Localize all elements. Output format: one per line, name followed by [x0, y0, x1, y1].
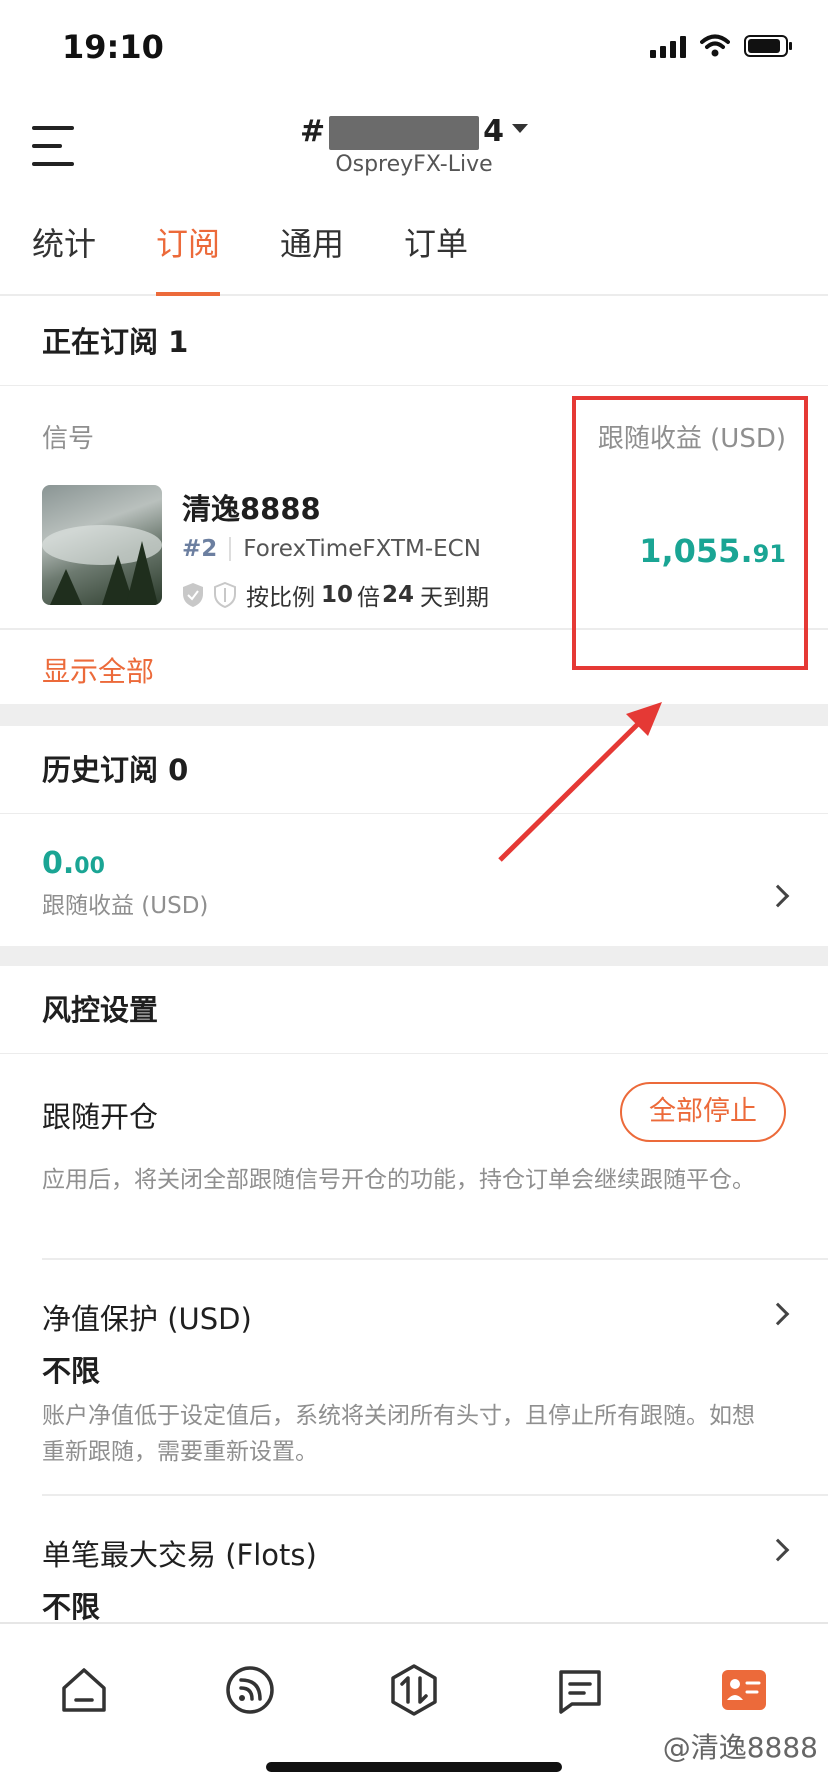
status-time: 19:10 — [62, 28, 164, 66]
caret-down-icon — [512, 124, 528, 133]
account-server: OspreyFX-Live — [335, 151, 493, 177]
wifi-icon — [700, 34, 730, 57]
equity-protection-value: 不限 — [42, 1354, 101, 1388]
home-icon[interactable] — [56, 1662, 112, 1718]
shield-outline-icon — [214, 582, 236, 608]
signal-broker: ForexTimeFXTM-ECN — [243, 536, 481, 562]
chevron-right-icon[interactable] — [766, 1538, 790, 1562]
current-subscriptions-title: 正在订阅 1 — [0, 298, 828, 386]
feed-icon[interactable] — [222, 1662, 278, 1718]
terms-prefix: 按比例 — [246, 585, 315, 611]
tab-general[interactable]: 通用 — [280, 196, 344, 296]
chevron-right-icon[interactable] — [766, 884, 790, 908]
signal-rank: #2 — [182, 536, 218, 562]
signal-meta: #2 ForexTimeFXTM-ECN — [182, 536, 481, 562]
signal-avatar[interactable] — [42, 485, 162, 605]
signal-name[interactable]: 清逸8888 — [182, 486, 321, 528]
signal-terms: 按比例 10 倍 24 天到期 — [182, 578, 489, 612]
history-subscriptions-title: 历史订阅 0 — [0, 726, 828, 814]
chevron-right-icon[interactable] — [766, 1302, 790, 1326]
annotation-highlight-box — [572, 396, 808, 670]
row-divider — [42, 1258, 828, 1260]
home-indicator — [266, 1762, 562, 1772]
status-bar: 19:10 — [0, 0, 828, 96]
follow-ratio: 10 — [321, 582, 354, 608]
history-profit-value: 0.00 — [42, 846, 105, 881]
redacted-mask — [329, 115, 480, 150]
follow-open-title: 跟随开仓 — [42, 1100, 159, 1134]
show-all-link[interactable]: 显示全部 — [42, 650, 154, 690]
account-number: #4 — [300, 114, 528, 150]
app-header: #4 OspreyFX-Live — [0, 96, 828, 196]
history-profit-label: 跟随收益 (USD) — [42, 893, 209, 919]
days-suffix: 天到期 — [420, 585, 490, 611]
tab-statistics[interactable]: 统计 — [32, 196, 96, 296]
watermark: @清逸8888 — [662, 1731, 818, 1764]
tab-bar: 统计 订阅 通用 订单 — [0, 196, 828, 296]
section-gap — [0, 946, 828, 966]
battery-icon — [744, 35, 792, 57]
divider — [229, 537, 232, 561]
risk-settings-title: 风控设置 — [0, 966, 828, 1054]
max-trade-value: 不限 — [42, 1590, 101, 1624]
days-remaining: 24 — [382, 582, 415, 608]
ratio-unit: 倍 — [357, 585, 381, 611]
cellular-signal-icon — [650, 34, 686, 58]
equity-protection-desc: 账户净值低于设定值后，系统将关闭所有头寸，且停止所有跟随。如想重新跟随，需要重新… — [42, 1403, 755, 1465]
tab-orders[interactable]: 订单 — [404, 196, 468, 296]
tab-subscriptions[interactable]: 订阅 — [156, 196, 221, 296]
max-trade-title[interactable]: 单笔最大交易 (Flots) — [42, 1532, 317, 1574]
shield-filled-icon — [183, 583, 203, 607]
row-divider — [42, 1494, 828, 1496]
messages-icon[interactable] — [552, 1662, 608, 1718]
signal-column-label: 信号 — [42, 424, 95, 454]
status-icons — [650, 34, 794, 58]
follow-open-desc: 应用后，将关闭全部跟随信号开仓的功能，持仓订单会继续跟随平仓。 — [42, 1167, 755, 1193]
equity-protection-title[interactable]: 净值保护 (USD) — [42, 1296, 252, 1338]
account-selector[interactable]: #4 OspreyFX-Live — [0, 114, 828, 177]
trade-icon[interactable] — [386, 1662, 442, 1718]
profile-icon[interactable] — [716, 1662, 772, 1718]
section-gap — [0, 704, 828, 726]
stop-all-button[interactable]: 全部停止 — [620, 1082, 786, 1142]
